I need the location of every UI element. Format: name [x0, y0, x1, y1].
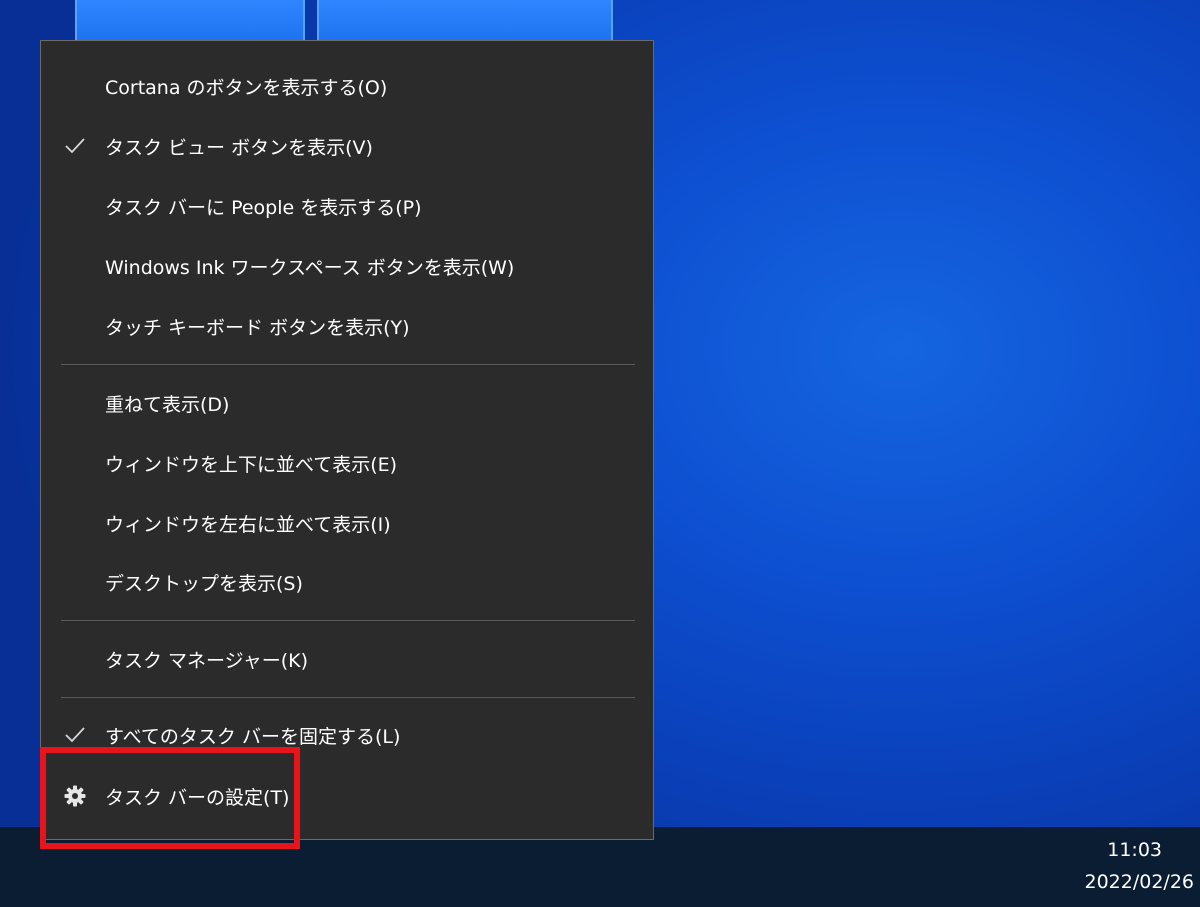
menu-item-show-task-view[interactable]: タスク ビュー ボタンを表示(V): [41, 117, 653, 175]
checkmark-icon: [61, 721, 89, 749]
menu-item-label: タスク バーに People を表示する(P): [105, 196, 422, 219]
menu-item-label: 重ねて表示(D): [105, 393, 230, 416]
desktop-wallpaper-pane: [75, 0, 305, 40]
taskbar-context-menu: Cortana のボタンを表示する(O) タスク ビュー ボタンを表示(V) タ…: [40, 40, 654, 840]
menu-item-show-touch-keyboard[interactable]: タッチ キーボード ボタンを表示(Y): [41, 297, 653, 355]
highlight-annotation-box: [40, 747, 300, 849]
desktop-wallpaper-pane: [317, 0, 613, 40]
desktop: 11:03 2022/02/26 Cortana のボタンを表示する(O) タス…: [0, 0, 1200, 907]
menu-item-label: タスク ビュー ボタンを表示(V): [105, 136, 373, 159]
menu-item-cascade-windows[interactable]: 重ねて表示(D): [41, 374, 653, 432]
clock-date[interactable]: 2022/02/26: [1084, 871, 1194, 893]
menu-item-show-people[interactable]: タスク バーに People を表示する(P): [41, 177, 653, 235]
menu-separator: [61, 620, 635, 621]
menu-separator: [61, 697, 635, 698]
menu-item-show-cortana[interactable]: Cortana のボタンを表示する(O): [41, 57, 653, 115]
menu-separator: [61, 364, 635, 365]
clock-time[interactable]: 11:03: [1107, 839, 1162, 861]
menu-item-label: ウィンドウを上下に並べて表示(E): [105, 453, 398, 476]
menu-item-label: Windows Ink ワークスペース ボタンを表示(W): [105, 256, 515, 279]
menu-item-side-by-side-windows[interactable]: ウィンドウを左右に並べて表示(I): [41, 494, 653, 552]
menu-item-label: ウィンドウを左右に並べて表示(I): [105, 513, 391, 536]
menu-item-label: Cortana のボタンを表示する(O): [105, 76, 388, 99]
menu-item-label: デスクトップを表示(S): [105, 572, 303, 595]
menu-item-show-windows-ink[interactable]: Windows Ink ワークスペース ボタンを表示(W): [41, 237, 653, 295]
menu-item-label: タッチ キーボード ボタンを表示(Y): [105, 316, 410, 339]
menu-item-label: タスク マネージャー(K): [105, 649, 308, 672]
menu-item-label: すべてのタスク バーを固定する(L): [105, 725, 401, 748]
checkmark-icon: [61, 132, 89, 160]
menu-item-stack-windows[interactable]: ウィンドウを上下に並べて表示(E): [41, 434, 653, 492]
menu-item-task-manager[interactable]: タスク マネージャー(K): [41, 630, 653, 688]
menu-item-show-desktop[interactable]: デスクトップを表示(S): [41, 553, 653, 611]
